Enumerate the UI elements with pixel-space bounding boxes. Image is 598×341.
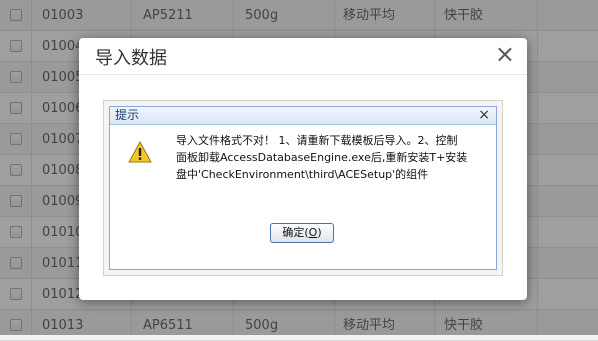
message-text-line: 面板卸载AccessDatabaseEngine.exe后,重新安装T+安装 bbox=[176, 151, 468, 164]
message-title: 提示 bbox=[115, 108, 140, 122]
ok-button-label-end: ) bbox=[317, 226, 322, 239]
dialog-title: 导入数据 bbox=[95, 48, 167, 69]
message-box-frame: 提示 × 导入文件格式不对！ 1、请重新下载模板后导入。2、控制 面板卸载Acc… bbox=[109, 106, 497, 270]
message-text-line: 盘中'CheckEnvironment\third\ACESetup'的组件 bbox=[176, 168, 429, 181]
warning-icon bbox=[128, 140, 152, 167]
close-icon[interactable]: × bbox=[495, 40, 515, 68]
message-text-line: 导入文件格式不对！ 1、请重新下载模板后导入。2、控制 bbox=[176, 134, 458, 147]
message-close-icon[interactable]: × bbox=[478, 107, 490, 123]
divider bbox=[79, 74, 527, 75]
message-box: 提示 × 导入文件格式不对！ 1、请重新下载模板后导入。2、控制 面板卸载Acc… bbox=[103, 100, 503, 276]
ok-button[interactable]: 确定(O) bbox=[270, 223, 334, 243]
import-dialog: 导入数据 × 提示 × 导入文件格式不对！ 1、请重新下载模板后导入。2、控制 … bbox=[79, 38, 527, 300]
message-header: 提示 × bbox=[110, 107, 496, 125]
ok-button-label: 确定( bbox=[282, 226, 309, 239]
message-text: 导入文件格式不对！ 1、请重新下载模板后导入。2、控制 面板卸载AccessDa… bbox=[176, 132, 476, 183]
